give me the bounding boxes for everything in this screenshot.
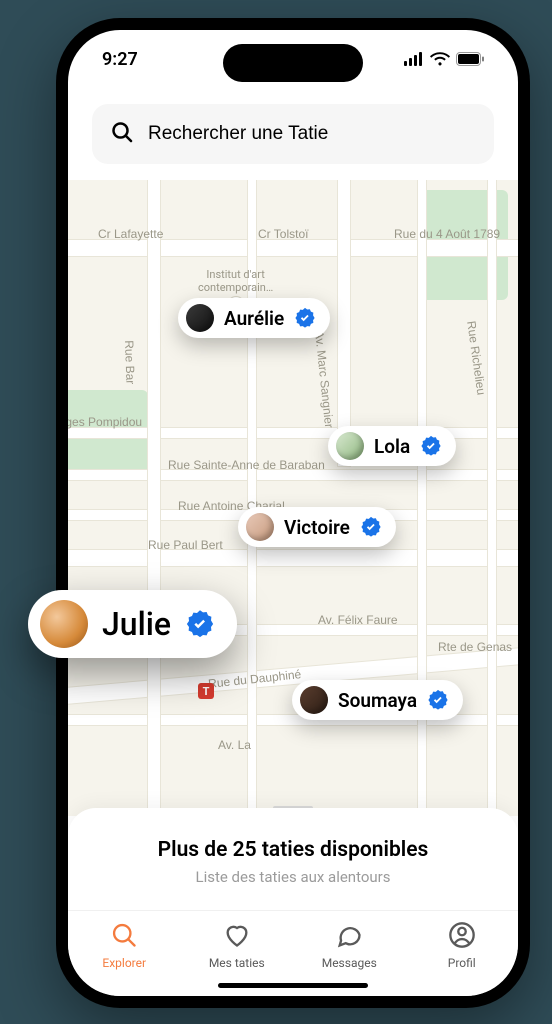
cellular-icon (404, 52, 424, 66)
status-indicators (404, 52, 484, 66)
tab-label: Explorer (102, 956, 146, 970)
search-icon (110, 921, 138, 952)
map-road (338, 180, 350, 466)
avatar (300, 686, 328, 714)
pin-name: Aurélie (224, 307, 284, 330)
sheet-subtitle: Liste des taties aux alentours (88, 868, 498, 886)
map-pin-soumaya[interactable]: Soumaya (292, 680, 463, 720)
heart-icon (223, 921, 251, 952)
tab-profile[interactable]: Profil (422, 921, 502, 970)
street-label: Av. Félix Faure (318, 613, 398, 627)
chat-icon (335, 921, 363, 952)
tab-bar: Explorer Mes taties Messages Profil (68, 910, 518, 996)
verified-icon (294, 307, 316, 329)
tab-label: Mes taties (209, 956, 265, 970)
tab-label: Messages (322, 956, 377, 970)
status-time: 9:27 (102, 49, 138, 70)
pin-name: Julie (102, 605, 171, 643)
street-label: Av. Marc Sangnier (312, 330, 336, 429)
street-label: Rue Sainte-Anne de Baraban (168, 458, 325, 472)
avatar (336, 432, 364, 460)
search-input[interactable] (148, 123, 476, 145)
street-label: Av. La (218, 738, 251, 752)
map-road (488, 180, 496, 816)
avatar (40, 600, 88, 648)
tab-label: Profil (448, 956, 476, 970)
street-label: Cr Lafayette (98, 227, 163, 241)
search-icon (110, 120, 134, 148)
map-pin-lola[interactable]: Lola (328, 426, 456, 466)
featured-pin-julie[interactable]: Julie (28, 590, 237, 658)
tab-explore[interactable]: Explorer (84, 921, 164, 970)
verified-icon (185, 609, 215, 639)
battery-icon (456, 52, 484, 66)
verified-icon (420, 435, 442, 457)
map-view[interactable]: Cr Lafayette Cr Tolstoï Rue du 4 Août 17… (68, 180, 518, 816)
map-pin-victoire[interactable]: Victoire (238, 507, 396, 547)
street-label: Rue du 4 Août 1789 (394, 227, 500, 241)
pin-name: Victoire (284, 516, 350, 539)
map-road (68, 240, 518, 256)
wifi-icon (430, 52, 450, 66)
street-label: Rte de Genas (438, 640, 512, 654)
avatar (246, 513, 274, 541)
poi-label: Institut d'art contemporain… (198, 268, 273, 294)
map-pin-aurelie[interactable]: Aurélie (178, 298, 330, 338)
street-label: Cr Tolstoï (258, 227, 308, 241)
search-bar[interactable] (92, 104, 494, 164)
home-indicator[interactable] (218, 983, 368, 988)
verified-icon (360, 516, 382, 538)
tab-messages[interactable]: Messages (309, 921, 389, 970)
street-label: eorges Pompidou (68, 415, 142, 429)
street-label: Rue Bar (122, 340, 138, 384)
pin-name: Soumaya (338, 689, 417, 712)
map-road (68, 550, 518, 566)
transit-badge: T (198, 683, 214, 699)
screen: 9:27 (68, 30, 518, 996)
sheet-title: Plus de 25 taties disponibles (88, 838, 498, 862)
user-icon (448, 921, 476, 952)
phone-frame: 9:27 (56, 18, 530, 1008)
street-label: Rue Paul Bert (148, 538, 223, 552)
street-label: Rue Richelieu (464, 320, 488, 396)
map-road (148, 180, 160, 816)
pin-name: Lola (374, 435, 410, 458)
bottom-sheet[interactable]: Plus de 25 taties disponibles Liste des … (68, 808, 518, 910)
tab-mytaties[interactable]: Mes taties (197, 921, 277, 970)
map-road (418, 180, 426, 816)
dynamic-island (223, 44, 363, 82)
verified-icon (427, 689, 449, 711)
avatar (186, 304, 214, 332)
